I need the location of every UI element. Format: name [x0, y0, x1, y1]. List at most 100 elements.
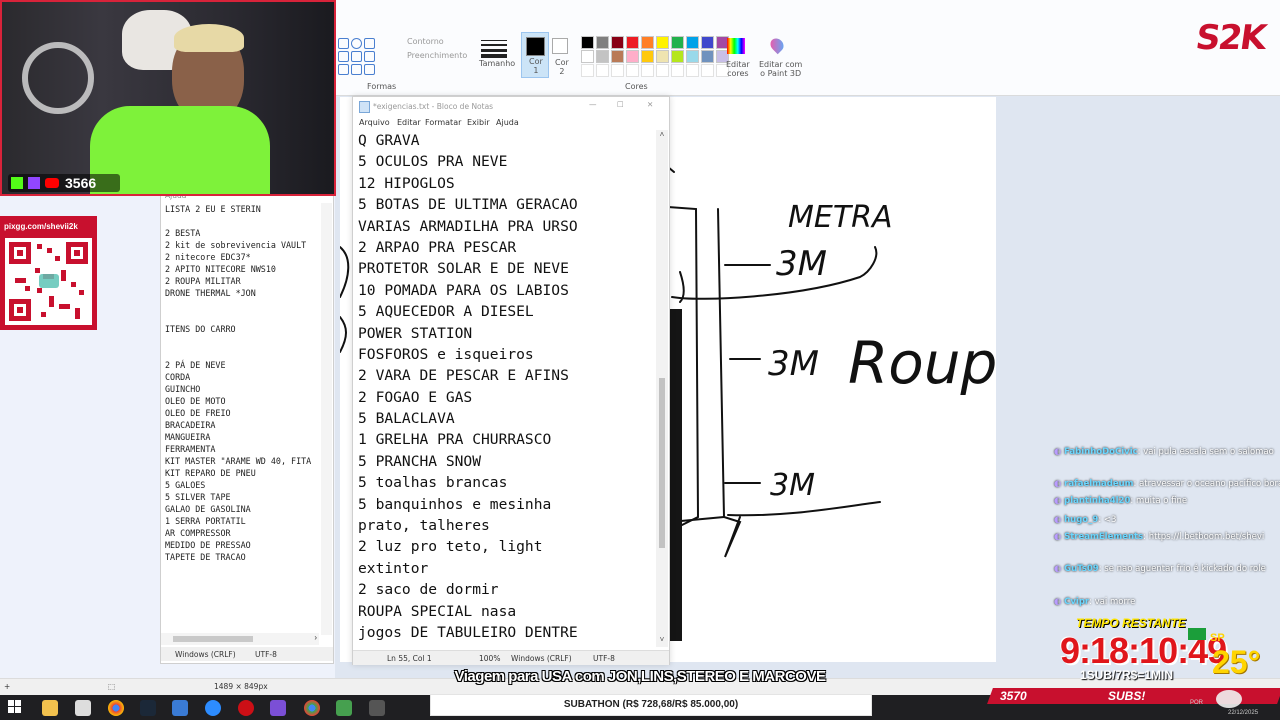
menu-ajuda[interactable]: Ajuda	[496, 118, 519, 127]
app-icon-blue[interactable]	[205, 700, 221, 716]
shape-ellipse-icon[interactable]	[351, 38, 362, 49]
opera-icon[interactable]	[238, 700, 254, 716]
minimize-button[interactable]: —	[589, 100, 597, 109]
notepad-line[interactable]: 5 AQUECEDOR A DIESEL	[353, 301, 655, 322]
chat-username[interactable]: StreamElements	[1064, 532, 1143, 542]
chat-username[interactable]: FabinhoDoCivic	[1064, 447, 1138, 457]
custom-swatch-empty[interactable]	[626, 64, 639, 77]
calculator-icon[interactable]	[369, 700, 385, 716]
menu-exibir[interactable]: Exibir	[467, 118, 490, 127]
palette-swatch[interactable]	[656, 50, 669, 63]
palette-swatch[interactable]	[686, 50, 699, 63]
palette-swatch[interactable]	[596, 36, 609, 49]
notepad-line[interactable]: 5 OCULOS PRA NEVE	[353, 151, 655, 172]
shape-arrow-icon[interactable]	[338, 51, 349, 62]
palette-swatch[interactable]	[611, 50, 624, 63]
shape-star-icon[interactable]	[351, 51, 362, 62]
palette-swatch[interactable]	[611, 36, 624, 49]
notepad-line[interactable]: 10 POMADA PARA OS LABIOS	[353, 280, 655, 301]
palette-swatch[interactable]	[671, 36, 684, 49]
custom-swatch-empty[interactable]	[596, 64, 609, 77]
notepad-line[interactable]: 5 PRANCHA SNOW	[353, 451, 655, 472]
scroll-thumb[interactable]	[659, 378, 665, 548]
store-icon[interactable]	[75, 700, 91, 716]
menu-arquivo[interactable]: Arquivo	[359, 118, 390, 127]
palette-swatch[interactable]	[641, 50, 654, 63]
shape-callout-icon[interactable]	[364, 51, 375, 62]
notepad-text-area[interactable]: Q GRAVA 5 OCULOS PRA NEVE 12 HIPOGLOS 5 BOT…	[353, 130, 655, 644]
edit-paint3d-button[interactable]: Editar com o Paint 3D	[759, 60, 802, 78]
custom-swatch-empty[interactable]	[641, 64, 654, 77]
palette-swatch[interactable]	[581, 50, 594, 63]
notepad-line[interactable]: 2 saco de dormir	[353, 579, 655, 600]
notepad-line[interactable]: 2 luz pro teto, light	[353, 536, 655, 557]
custom-swatch-empty[interactable]	[611, 64, 624, 77]
chat-username[interactable]: plantinha4l20	[1064, 496, 1130, 506]
notepad-taskbar-icon[interactable]	[172, 700, 188, 716]
fill-button[interactable]: Preenchimento	[407, 51, 467, 60]
outline-button[interactable]: Contorno	[407, 37, 444, 46]
notepad-line[interactable]: POWER STATION	[353, 323, 655, 344]
edit-colors-button[interactable]: Editar cores	[726, 60, 750, 78]
shape-heart-icon[interactable]	[338, 64, 349, 75]
custom-swatch-empty[interactable]	[581, 64, 594, 77]
notepad-line[interactable]: 5 banquinhos e mesinha	[353, 494, 655, 515]
notepad-line[interactable]: FOSFOROS e isqueiros	[353, 344, 655, 365]
notepad-line[interactable]: Q GRAVA	[353, 130, 655, 151]
notepad-line[interactable]: 2 ARPAO PRA PESCAR	[353, 237, 655, 258]
notepad-line[interactable]: jogos DE TABULEIRO DENTRE	[353, 622, 655, 643]
chat-username[interactable]: rafaelmadeum	[1064, 479, 1133, 489]
notepad-line[interactable]: ROUPA SPECIAL nasa	[353, 601, 655, 622]
close-button[interactable]: ✕	[647, 100, 653, 109]
clock-date[interactable]: 22/12/2025	[1228, 710, 1258, 716]
notepad-vscroll[interactable]: ˄ ˅	[656, 130, 668, 647]
paint3d-icon[interactable]	[767, 35, 787, 55]
palette-swatch[interactable]	[626, 50, 639, 63]
palette-swatch[interactable]	[701, 50, 714, 63]
palette-swatch[interactable]	[596, 50, 609, 63]
chrome-icon[interactable]	[108, 700, 124, 716]
shape-rect-icon[interactable]	[338, 38, 349, 49]
file-explorer-icon[interactable]	[42, 700, 58, 716]
notepad-line[interactable]: 5 BALACLAVA	[353, 408, 655, 429]
palette-swatch[interactable]	[686, 36, 699, 49]
notepad-line[interactable]: OUTROS	[353, 643, 655, 644]
notepad-line[interactable]: 5 BOTAS DE ULTIMA GERACAO	[353, 194, 655, 215]
notepad-line[interactable]: 12 HIPOGLOS	[353, 173, 655, 194]
notepad-line[interactable]: extintor	[353, 558, 655, 579]
palette-swatch[interactable]	[641, 36, 654, 49]
chat-username[interactable]: hugo_9	[1064, 515, 1098, 525]
maximize-button[interactable]: ☐	[617, 100, 624, 109]
palette-swatch[interactable]	[626, 36, 639, 49]
palette-swatch[interactable]	[701, 36, 714, 49]
custom-swatch-empty[interactable]	[686, 64, 699, 77]
steam-icon[interactable]	[140, 700, 156, 716]
palette-swatch[interactable]	[656, 36, 669, 49]
menu-formatar[interactable]: Formatar	[425, 118, 461, 127]
paint-icon[interactable]	[336, 700, 352, 716]
notepad-line[interactable]: 2 VARA DE PESCAR E AFINS	[353, 365, 655, 386]
notepad-line[interactable]: prato, talheres	[353, 515, 655, 536]
edit-colors-icon[interactable]	[727, 38, 745, 54]
custom-swatch-empty[interactable]	[656, 64, 669, 77]
windows-start-icon[interactable]	[8, 700, 22, 714]
notepad-line[interactable]: VARIAS ARMADILHA PRA URSO	[353, 216, 655, 237]
notepad-left-window[interactable]: Ajuda LISTA 2 EU E STERIN 2 BESTA 2 kit …	[160, 190, 334, 664]
notepad-main-window[interactable]: *exigencias.txt - Bloco de Notas — ☐ ✕ A…	[352, 96, 670, 665]
palette-swatch[interactable]	[581, 36, 594, 49]
size-icon[interactable]	[481, 37, 507, 58]
chat-username[interactable]: GuTs09	[1064, 564, 1099, 574]
notepad-line[interactable]: PROTETOR SOLAR E DE NEVE	[353, 258, 655, 279]
language-indicator[interactable]: POR	[1190, 700, 1203, 706]
menu-editar[interactable]: Editar	[397, 118, 421, 127]
size-label[interactable]: Tamanho	[479, 59, 515, 68]
palette-swatch[interactable]	[671, 50, 684, 63]
chrome-icon-2[interactable]	[304, 700, 320, 716]
notepad-left-hscroll[interactable]: ›	[161, 633, 319, 645]
shape-triangle-icon[interactable]	[364, 38, 375, 49]
notepad-line[interactable]: 1 GRELHA PRA CHURRASCO	[353, 429, 655, 450]
shape-cloud-icon[interactable]	[351, 64, 362, 75]
notepad-left-vscroll[interactable]	[321, 203, 332, 635]
color2-button[interactable]: Cor 2	[550, 36, 570, 76]
custom-swatch-empty[interactable]	[701, 64, 714, 77]
